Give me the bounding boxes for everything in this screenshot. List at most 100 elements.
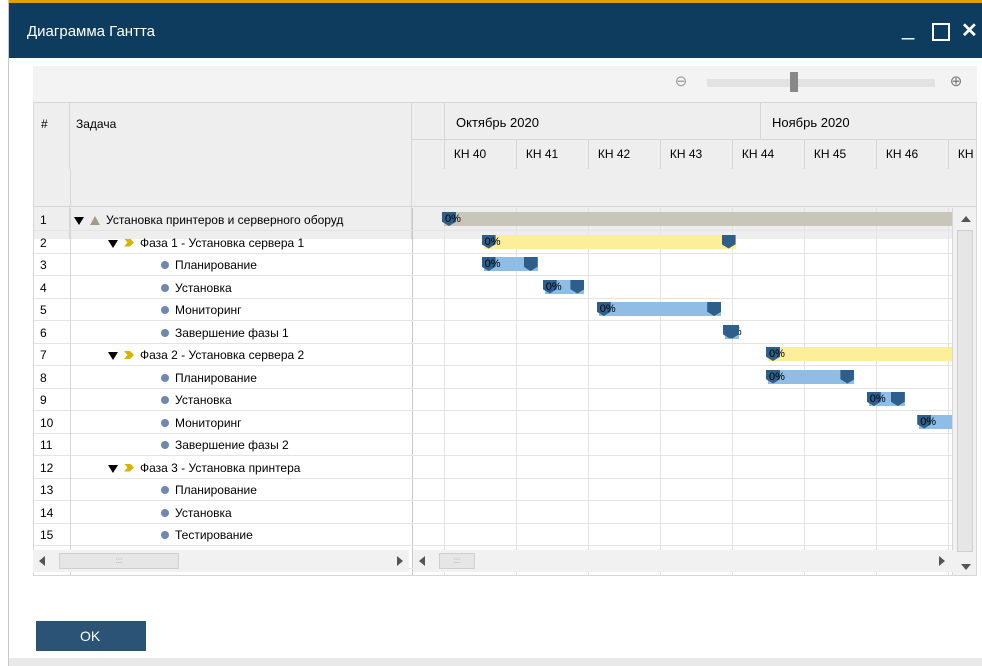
progress-label: 0% — [920, 415, 937, 428]
task-name: Мониторинг — [161, 303, 242, 317]
task-label: Завершение фазы 2 — [175, 438, 289, 452]
zoom-in-icon[interactable]: ⊕ — [948, 74, 964, 90]
row-number: 3 — [40, 258, 47, 272]
task-label: Мониторинг — [175, 303, 242, 317]
progress-label: 0% — [769, 348, 785, 360]
table-row[interactable]: 14 Установка — [34, 501, 412, 524]
gantt-scroll-right-icon[interactable] — [939, 556, 945, 566]
task-dot-icon — [161, 486, 169, 494]
table-row[interactable]: 1 Установка принтеров и серверного оборуд — [34, 208, 412, 231]
table-row[interactable]: 3 Планирование — [34, 253, 412, 276]
task-name: Планирование — [161, 483, 257, 497]
gantt-bar[interactable] — [768, 347, 952, 361]
table-row[interactable]: 5 Мониторинг — [34, 298, 412, 321]
table-row[interactable]: 9 Установка — [34, 388, 412, 411]
week-label: КН 41 — [525, 147, 559, 161]
week-label: КН 46 — [885, 147, 919, 161]
gantt-panel: ⊖ ⊕ # Задача Октябрь 2020 Ноябрь 2020 КН… — [33, 66, 977, 576]
table-row[interactable]: 6 Завершение фазы 1 — [34, 321, 412, 344]
table-row[interactable]: 10 Мониторинг — [34, 411, 412, 434]
project-icon — [90, 216, 100, 225]
task-label: Фаза 3 - Установка принтера — [140, 460, 301, 475]
week-label: КН 43 — [669, 147, 703, 161]
task-name: Завершение фазы 3 — [161, 573, 289, 575]
row-number: 4 — [40, 280, 47, 295]
task-name: Планирование — [161, 258, 257, 272]
row-number: 8 — [40, 370, 47, 385]
window-bottom-strip — [9, 658, 982, 666]
vertical-scroll-thumb[interactable] — [957, 230, 973, 552]
progress-label: 0% — [445, 213, 461, 225]
zoom-toolbar: ⊖ ⊕ — [33, 66, 977, 102]
phase-icon — [124, 463, 134, 472]
table-row[interactable]: 11 Завершение фазы 2 — [34, 433, 412, 456]
task-label: Тестирование — [175, 528, 253, 542]
gantt-body: 0%0%0%0%0%0%0%0%0%0% — [412, 208, 952, 575]
maximize-button[interactable] — [932, 23, 950, 41]
task-name: Установка принтеров и серверного оборуд — [74, 213, 343, 227]
task-dot-icon — [161, 508, 169, 517]
collapse-triangle-icon[interactable] — [108, 464, 118, 473]
task-name: Тестирование — [161, 528, 253, 542]
minimize-button[interactable]: _ — [902, 15, 914, 41]
task-scroll-thumb[interactable]: ::: — [59, 553, 179, 569]
zoom-slider-thumb[interactable] — [790, 72, 798, 92]
table-row[interactable]: 7 Фаза 2 - Установка сервера 2 — [34, 343, 412, 366]
gantt-window: Диаграмма Гантта _ ✕ ⊖ ⊕ # Задача Октябр… — [8, 0, 982, 666]
scroll-up-icon[interactable] — [961, 216, 971, 222]
vertical-scrollbar[interactable] — [952, 208, 976, 575]
task-name: Фаза 3 - Установка принтера — [108, 461, 300, 475]
ok-button[interactable]: OK — [36, 621, 146, 651]
task-scroll-right-icon[interactable] — [397, 556, 403, 566]
collapse-triangle-icon[interactable] — [108, 239, 118, 248]
task-label: Мониторинг — [175, 415, 242, 430]
month-row: Октябрь 2020 Ноябрь 2020 — [412, 103, 976, 140]
week-label: КН 47 — [957, 147, 976, 161]
task-name: Установка — [161, 281, 232, 295]
task-name: Завершение фазы 1 — [161, 326, 289, 340]
gantt-grid: # Задача Октябрь 2020 Ноябрь 2020 КН 40 К… — [33, 102, 977, 576]
column-header-task-label: Задача — [76, 117, 117, 131]
task-scroll-left-icon[interactable] — [39, 556, 45, 566]
table-row[interactable]: 12 Фаза 3 - Установка принтера — [34, 456, 412, 479]
row-number: 5 — [40, 303, 47, 317]
week-label: КН 45 — [813, 147, 847, 161]
task-label: Фаза 2 - Установка сервера 2 — [140, 348, 305, 362]
gantt-scroll-thumb[interactable]: ::: — [439, 553, 475, 569]
task-name: Планирование — [161, 371, 257, 385]
task-name: Мониторинг — [161, 416, 242, 430]
row-number: 14 — [40, 505, 54, 520]
table-row[interactable]: 13 Планирование — [34, 478, 412, 501]
row-number: 9 — [40, 393, 47, 407]
collapse-triangle-icon[interactable] — [74, 217, 84, 225]
row-number: 11 — [40, 438, 53, 452]
progress-label: 0% — [484, 235, 501, 248]
zoom-slider[interactable] — [707, 79, 935, 87]
gantt-bar[interactable] — [483, 234, 736, 249]
window-title: Диаграмма Гантта — [27, 23, 155, 40]
task-label: Установка — [175, 393, 232, 407]
gantt-scroll-left-icon[interactable] — [419, 556, 425, 566]
task-dot-icon — [161, 283, 169, 292]
task-dot-icon — [161, 441, 169, 449]
table-row[interactable]: 8 Планирование — [34, 366, 412, 389]
table-row[interactable]: 4 Установка — [34, 276, 412, 299]
task-dot-icon — [161, 531, 169, 539]
row-number: 17 — [40, 573, 53, 575]
task-name: Фаза 1 - Установка сервера 1 — [108, 236, 304, 250]
table-row[interactable]: 15 Тестирование — [34, 523, 412, 546]
zoom-out-icon[interactable]: ⊖ — [673, 74, 689, 90]
gantt-horizontal-scrollbar[interactable]: ::: — [413, 550, 953, 572]
progress-label: 0% — [769, 370, 785, 383]
close-button[interactable]: ✕ — [961, 18, 978, 44]
gantt-bar[interactable] — [444, 212, 952, 226]
task-horizontal-scrollbar[interactable]: ::: — [33, 550, 409, 572]
task-dot-icon — [161, 306, 169, 314]
week-label: КН 40 — [453, 147, 487, 161]
scroll-down-icon[interactable] — [961, 564, 971, 570]
table-row[interactable]: 2 Фаза 1 - Установка сервера 1 — [34, 231, 412, 254]
collapse-triangle-icon[interactable] — [108, 352, 118, 360]
gantt-bar[interactable] — [598, 302, 722, 316]
progress-label: 0% — [484, 258, 501, 270]
task-name: Установка — [161, 506, 232, 520]
